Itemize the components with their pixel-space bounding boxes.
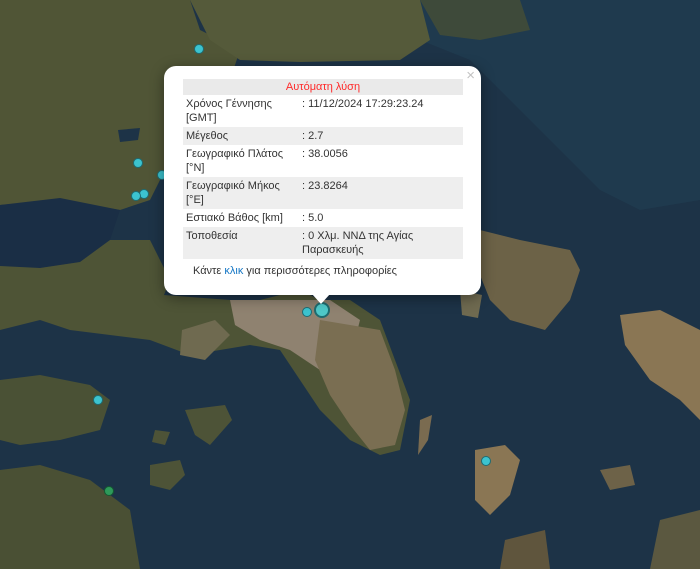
more-info-suffix: για περισσότερες πληροφορίες <box>243 265 397 277</box>
latitude-value: : 38.0056 <box>302 148 348 160</box>
earthquake-marker[interactable] <box>194 44 204 54</box>
location-value: : 0 Χλμ. ΝΝΔ της Αγίας Παρασκευής <box>299 227 463 259</box>
depth-value: : 5.0 <box>302 212 324 224</box>
magnitude-label: Μέγεθος <box>183 127 299 145</box>
longitude-label: Γεωγραφικό Μήκος [°E] <box>183 177 299 209</box>
earthquake-marker[interactable] <box>481 456 491 466</box>
origin-time-value: : 11/12/2024 17:29:23.24 <box>302 98 424 110</box>
depth-label: Εστιακό Βάθος [km] <box>186 212 283 224</box>
more-info-link[interactable]: κλικ <box>224 265 243 277</box>
earthquake-marker-selected[interactable] <box>314 302 330 318</box>
latitude-label: Γεωγραφικό Πλάτος [°N] <box>186 148 284 174</box>
earthquake-marker-green[interactable] <box>104 486 114 496</box>
earthquake-marker[interactable] <box>93 395 103 405</box>
more-info-prefix: Κάντε <box>193 265 225 277</box>
earthquake-info-table: Αυτόματη λύση Χρόνος Γέννησης [GMT] : 11… <box>183 79 463 259</box>
origin-time-label: Χρόνος Γέννησης [GMT] <box>186 98 272 124</box>
popup-title: Αυτόματη λύση <box>183 79 463 95</box>
longitude-value: : 23.8264 <box>299 177 463 209</box>
close-icon[interactable]: × <box>466 68 475 83</box>
earthquake-marker[interactable] <box>133 158 143 168</box>
more-info-text: Κάντε κλικ για περισσότερες πληροφορίες <box>193 265 397 277</box>
magnitude-value: : 2.7 <box>299 127 463 145</box>
earthquake-marker[interactable] <box>302 307 312 317</box>
earthquake-marker[interactable] <box>131 191 141 201</box>
earthquake-popup: × Αυτόματη λύση Χρόνος Γέννησης [GMT] : … <box>164 66 481 304</box>
satellite-map[interactable]: × Αυτόματη λύση Χρόνος Γέννησης [GMT] : … <box>0 0 700 569</box>
location-label: Τοποθεσία <box>183 227 299 259</box>
